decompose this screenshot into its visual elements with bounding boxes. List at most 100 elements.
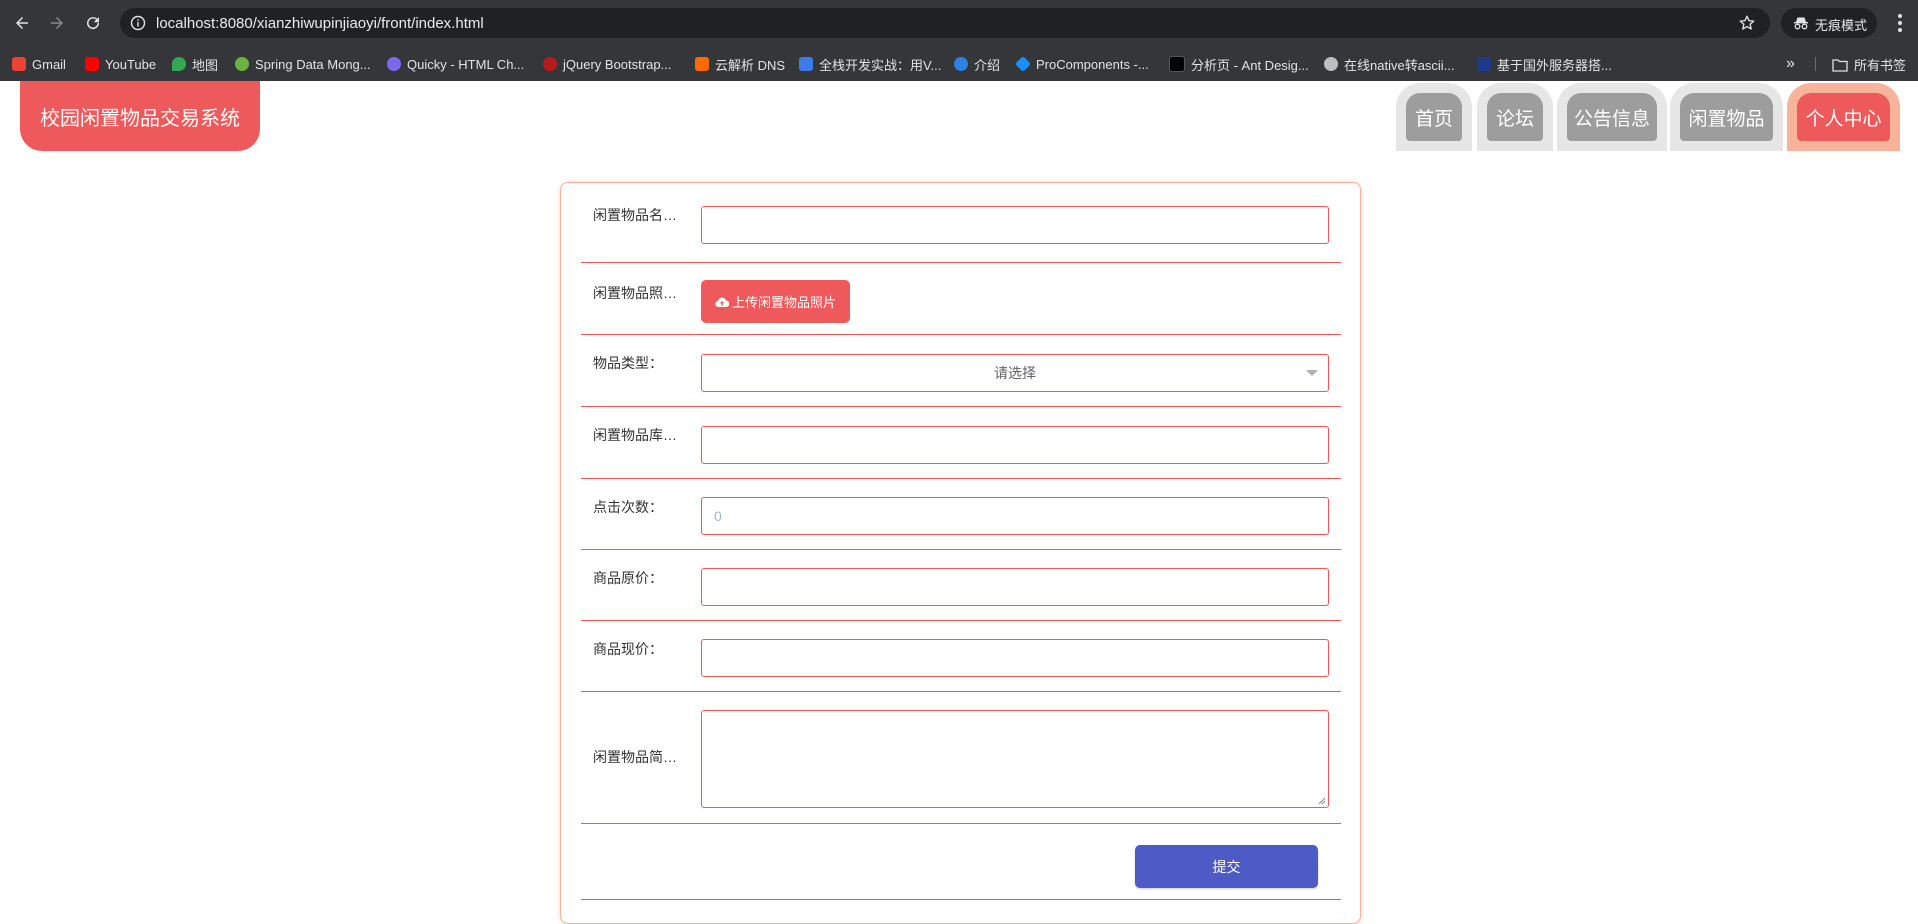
bookmark-label: 分析页 - Ant Desig...	[1191, 57, 1309, 73]
bookmark-quicky[interactable]: Quicky - HTML Ch...	[387, 55, 524, 73]
click-count-input[interactable]: 0	[701, 497, 1329, 535]
click-count-label: 点击次数：	[593, 499, 663, 515]
nav-forum[interactable]: 论坛	[1477, 83, 1553, 151]
globe-icon	[954, 57, 968, 71]
nav-home[interactable]: 首页	[1396, 83, 1472, 151]
item-name-label: 闲置物品名称：	[593, 207, 685, 223]
bookmark-aliyun-dns[interactable]: 云解析 DNS	[695, 55, 785, 73]
bookmark-label: Gmail	[32, 56, 66, 72]
back-icon[interactable]	[10, 11, 34, 35]
nav-label: 论坛	[1487, 93, 1543, 141]
submit-button[interactable]: 提交	[1135, 845, 1318, 888]
bookmark-label: Quicky - HTML Ch...	[407, 56, 525, 72]
incognito-icon	[1794, 17, 1808, 30]
bookmark-spring[interactable]: Spring Data Mong...	[235, 55, 371, 73]
browser-toolbar: localhost:8080/xianzhiwupinjiaoyi/front/…	[0, 0, 1918, 46]
all-bookmarks-label: 所有书签	[1854, 58, 1907, 73]
gmail-icon	[12, 57, 26, 71]
address-bar[interactable]: localhost:8080/xianzhiwupinjiaoyi/front/…	[120, 8, 1770, 38]
bookmark-label: 在线native转ascii...	[1344, 57, 1455, 73]
nav-idle-items[interactable]: 闲置物品	[1670, 83, 1783, 151]
reload-icon[interactable]	[81, 11, 105, 35]
bookmark-ant-design[interactable]: 分析页 - Ant Desig...	[1169, 55, 1309, 73]
bookmark-star-icon[interactable]	[1738, 14, 1756, 32]
folder-icon	[1832, 58, 1848, 72]
item-stock-label: 闲置物品库存：	[593, 427, 685, 443]
flag-icon	[1477, 57, 1491, 71]
site-info-icon[interactable]	[130, 15, 146, 31]
bookmark-label: 介绍	[974, 57, 1001, 73]
item-intro-textarea[interactable]	[701, 710, 1329, 808]
chevron-down-icon	[1306, 370, 1318, 376]
item-type-placeholder: 请选择	[994, 365, 1036, 381]
upload-button-label: 上传闲置物品照片	[731, 295, 836, 310]
item-name-input[interactable]	[701, 206, 1329, 244]
bookmark-maps[interactable]: 地图	[172, 55, 218, 73]
form-row-stock: 闲置物品库存：	[581, 407, 1341, 479]
site-title[interactable]: 校园闲置物品交易系统	[20, 81, 260, 151]
item-stock-input[interactable]	[701, 426, 1329, 464]
form-row-current-price: 商品现价：	[581, 621, 1341, 692]
item-form: 闲置物品名称： 闲置物品照片： 上传闲置物品照片 物品类型： 请选择 闲置物品库…	[560, 182, 1361, 924]
current-price-input[interactable]	[701, 639, 1329, 677]
nav-announcements[interactable]: 公告信息	[1557, 83, 1667, 151]
original-price-input[interactable]	[701, 568, 1329, 606]
bookmarks-divider	[1815, 57, 1816, 71]
bookmark-native-ascii[interactable]: 在线native转ascii...	[1324, 55, 1455, 73]
browser-chrome: localhost:8080/xianzhiwupinjiaoyi/front/…	[0, 0, 1918, 81]
upload-photo-button[interactable]: 上传闲置物品照片	[701, 280, 850, 323]
bookmark-label: 云解析 DNS	[715, 57, 786, 73]
form-row-type: 物品类型： 请选择	[581, 335, 1341, 407]
form-row-original-price: 商品原价：	[581, 550, 1341, 621]
bookmark-intro[interactable]: 介绍	[954, 55, 1000, 73]
item-photo-label: 闲置物品照片：	[593, 285, 685, 301]
nav-label: 闲置物品	[1680, 93, 1773, 141]
web-icon	[1324, 57, 1338, 71]
nav-label: 公告信息	[1567, 93, 1657, 141]
incognito-label: 无痕模式	[1815, 18, 1868, 33]
more-bookmarks-icon[interactable]: »	[1786, 55, 1795, 73]
antd-icon	[1015, 56, 1031, 72]
forward-icon[interactable]	[45, 11, 69, 35]
form-row-clicks: 点击次数： 0	[581, 479, 1341, 550]
bookmark-youtube[interactable]: YouTube	[85, 55, 156, 73]
form-row-intro: 闲置物品简介：	[581, 692, 1341, 824]
jquery-icon	[543, 57, 557, 71]
bookmark-gmail[interactable]: Gmail	[12, 55, 66, 73]
bookmark-fullstack[interactable]: 全栈开发实战：用V...	[799, 55, 941, 73]
nav-personal-center[interactable]: 个人中心	[1787, 83, 1900, 151]
url-text: localhost:8080/xianzhiwupinjiaoyi/front/…	[156, 15, 484, 32]
original-price-label: 商品原价：	[593, 570, 663, 586]
resize-handle-icon[interactable]	[1318, 797, 1326, 805]
form-row-name: 闲置物品名称：	[581, 183, 1341, 263]
item-type-label: 物品类型：	[593, 355, 663, 371]
maps-icon	[172, 57, 186, 71]
aliyun-icon	[695, 57, 709, 71]
bookmark-label: Spring Data Mong...	[255, 56, 371, 72]
item-type-select[interactable]: 请选择	[701, 354, 1329, 392]
m-icon	[799, 57, 813, 71]
bookmark-label: jQuery Bootstrap...	[563, 56, 672, 72]
form-row-submit: 提交	[581, 824, 1341, 900]
bookmark-label: 地图	[192, 57, 219, 73]
incognito-indicator[interactable]: 无痕模式	[1781, 8, 1877, 38]
bookmark-foreign-server[interactable]: 基于国外服务器搭...	[1477, 55, 1612, 73]
nav-label: 首页	[1406, 93, 1462, 141]
youtube-icon	[85, 57, 99, 71]
bookmark-jquery[interactable]: jQuery Bootstrap...	[543, 55, 671, 73]
item-intro-label: 闲置物品简介：	[593, 749, 685, 765]
form-row-photo: 闲置物品照片： 上传闲置物品照片	[581, 263, 1341, 335]
all-bookmarks-button[interactable]: 所有书签	[1832, 55, 1906, 74]
browser-menu-icon[interactable]	[1890, 12, 1910, 34]
bookmark-procomponents[interactable]: ProComponents -...	[1015, 55, 1149, 73]
bookmarks-bar: Gmail YouTube 地图 Spring Data Mong... Qui…	[0, 46, 1918, 81]
current-price-label: 商品现价：	[593, 641, 663, 657]
nav-label: 个人中心	[1797, 93, 1890, 141]
bookmark-label: ProComponents -...	[1036, 56, 1149, 72]
bookmark-label: 基于国外服务器搭...	[1497, 57, 1612, 73]
quicky-icon	[387, 57, 401, 71]
cloud-upload-icon	[715, 297, 729, 307]
bookmark-label: YouTube	[105, 56, 157, 72]
spring-icon	[235, 57, 249, 71]
page-content: 校园闲置物品交易系统 首页 论坛 公告信息 闲置物品 个人中心 闲置物品名称： …	[0, 81, 1918, 924]
